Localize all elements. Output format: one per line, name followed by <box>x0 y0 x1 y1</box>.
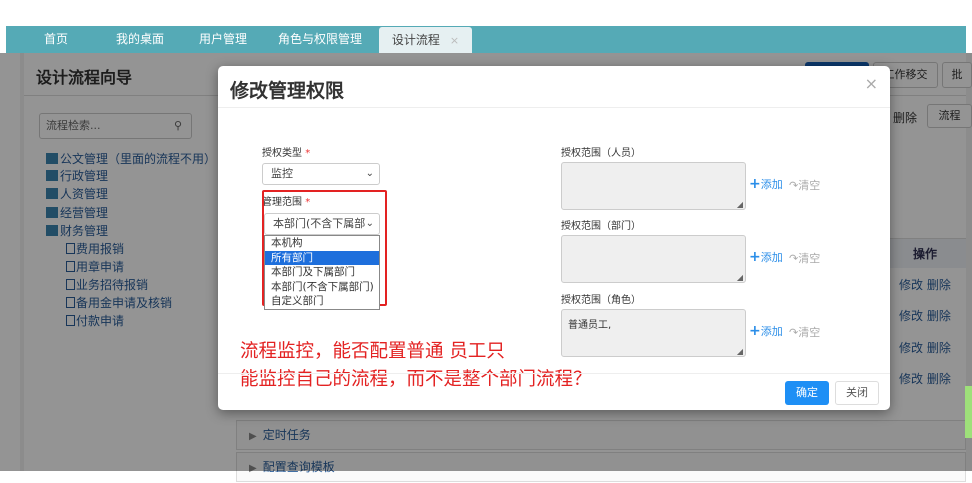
plus-icon: + <box>749 176 761 192</box>
dept-scope-textarea[interactable]: ◢ <box>561 235 746 283</box>
auth-type-select[interactable]: 监控 ⌄ <box>262 163 380 185</box>
modal-title: 修改管理权限 <box>230 80 345 102</box>
textarea-value: 普通员工, <box>568 320 612 331</box>
select-value: 监控 <box>271 167 293 180</box>
scope-option[interactable]: 所有部门 <box>265 250 379 265</box>
edit-permission-modal: 修改管理权限 × 授权类型 * 监控 ⌄ 管理范围 * 本部门(不含下属部 ⌄ 本机… <box>218 66 890 410</box>
plus-icon: + <box>749 249 761 265</box>
divider <box>218 373 890 374</box>
tab-bar: 首页 我的桌面 用户管理 角色与权限管理 设计流程 × <box>6 26 966 53</box>
top-strip <box>0 0 972 26</box>
resize-grip-icon[interactable]: ◢ <box>737 347 743 356</box>
tab-users[interactable]: 用户管理 <box>190 26 256 53</box>
clear-dept-button[interactable]: ↷清空 <box>789 250 820 266</box>
dept-scope-label: 授权范围（部门） <box>561 221 641 232</box>
resize-grip-icon[interactable]: ◢ <box>737 200 743 209</box>
person-scope-label: 授权范围（人员） <box>561 148 641 159</box>
close-icon[interactable]: × <box>450 34 459 47</box>
tab-home[interactable]: 首页 <box>26 26 86 53</box>
chevron-down-icon: ⌄ <box>365 168 374 179</box>
add-person-button[interactable]: +添加 <box>749 176 783 192</box>
tab-label: 设计流程 <box>391 33 440 47</box>
scope-select[interactable]: 本部门(不含下属部 ⌄ <box>264 213 380 235</box>
tab-roles[interactable]: 角色与权限管理 <box>270 26 370 53</box>
tab-desktop[interactable]: 我的桌面 <box>104 26 176 53</box>
scope-option[interactable]: 本部门(不含下属部门) <box>265 280 379 295</box>
chevron-down-icon: ⌄ <box>365 218 374 229</box>
divider <box>218 107 890 108</box>
select-value: 本部门(不含下属部 <box>273 217 366 230</box>
add-role-button[interactable]: +添加 <box>749 323 783 339</box>
clear-person-button[interactable]: ↷清空 <box>789 177 820 193</box>
scope-option[interactable]: 本机构 <box>265 236 379 251</box>
scope-option[interactable]: 自定义部门 <box>265 294 379 309</box>
clear-role-button[interactable]: ↷清空 <box>789 324 820 340</box>
side-widget <box>965 386 972 438</box>
add-dept-button[interactable]: +添加 <box>749 249 783 265</box>
scope-dropdown: 本机构 所有部门 本部门及下属部门 本部门(不含下属部门) 自定义部门 <box>264 235 380 310</box>
confirm-button[interactable]: 确定 <box>785 381 829 405</box>
close-icon[interactable]: × <box>865 74 878 93</box>
auth-type-label: 授权类型 * <box>262 148 311 159</box>
plus-icon: + <box>749 323 761 339</box>
person-scope-textarea[interactable]: ◢ <box>561 162 746 210</box>
role-scope-label: 授权范围（角色） <box>561 295 641 306</box>
close-button[interactable]: 关闭 <box>835 381 879 405</box>
scope-option[interactable]: 本部门及下属部门 <box>265 265 379 280</box>
annotation-text: 流程监控，能否配置普通 员工只 能监控自己的流程，而不是整个部门流程？ <box>240 341 592 390</box>
resize-grip-icon[interactable]: ◢ <box>737 273 743 282</box>
tab-design-flow[interactable]: 设计流程 × <box>379 27 472 53</box>
